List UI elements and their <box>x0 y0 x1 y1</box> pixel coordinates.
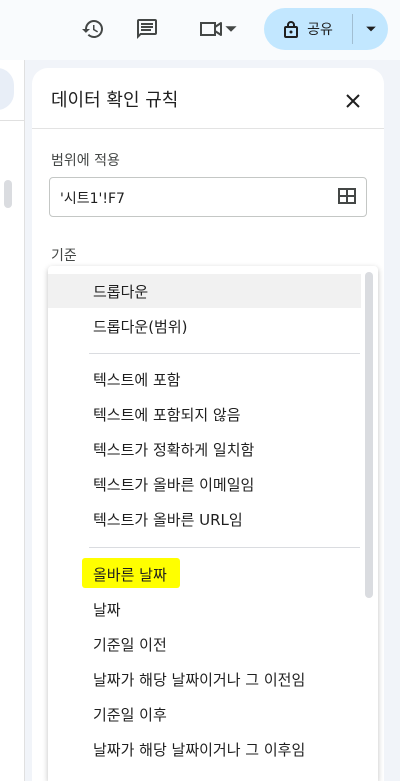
menu-item[interactable]: 올바른 날짜 <box>48 557 361 591</box>
top-toolbar: 공유 <box>0 0 400 60</box>
comment-icon[interactable] <box>131 13 163 45</box>
menu-item[interactable]: 드롭다운 <box>48 274 361 308</box>
menu-item[interactable]: 날짜가 해당 날짜이거나 그 이후임 <box>48 732 361 766</box>
close-icon[interactable] <box>340 88 366 114</box>
range-input[interactable]: '시트1'!F7 <box>49 177 367 217</box>
menu-item[interactable]: 날짜 <box>48 592 361 626</box>
menu-scrollbar[interactable] <box>365 272 373 598</box>
criteria-label: 기준 <box>51 248 77 264</box>
vertical-scrollbar[interactable] <box>4 180 12 208</box>
range-value: '시트1'!F7 <box>60 191 125 207</box>
panel-title: 데이터 확인 규칙 <box>51 90 179 111</box>
share-button[interactable]: 공유 <box>264 8 352 50</box>
apply-to-range-label: 범위에 적용 <box>51 153 120 169</box>
share-button-group: 공유 <box>264 8 388 50</box>
history-icon[interactable] <box>77 13 109 45</box>
menu-item[interactable]: 날짜가 해당 날짜이거나 그 이전임 <box>48 662 361 696</box>
select-range-icon[interactable] <box>338 188 356 204</box>
sheet-grid-edge <box>0 60 25 781</box>
video-camera-icon[interactable] <box>192 13 244 45</box>
menu-item[interactable]: 기준일 이후 <box>48 697 361 731</box>
lock-icon <box>284 21 299 38</box>
menu-item[interactable]: 텍스트에 포함되지 않음 <box>48 397 361 431</box>
chevron-down-icon <box>365 26 376 32</box>
criteria-dropdown-menu: 드롭다운 드롭다운(범위) 텍스트에 포함 텍스트에 포함되지 않음 텍스트가 … <box>48 266 378 781</box>
share-label: 공유 <box>307 22 333 38</box>
menu-item[interactable]: 텍스트에 포함 <box>48 362 361 396</box>
menu-item[interactable]: 드롭다운(범위) <box>48 309 361 343</box>
menu-item[interactable]: 텍스트가 정확하게 일치함 <box>48 432 361 466</box>
menu-item[interactable]: 텍스트가 올바른 이메일임 <box>48 467 361 501</box>
share-dropdown-button[interactable] <box>353 8 388 50</box>
chevron-down-icon <box>225 26 237 32</box>
menu-item[interactable]: 텍스트가 올바른 URL임 <box>48 502 361 536</box>
menu-item[interactable]: 기준일 이전 <box>48 627 361 661</box>
name-box[interactable] <box>0 68 14 110</box>
